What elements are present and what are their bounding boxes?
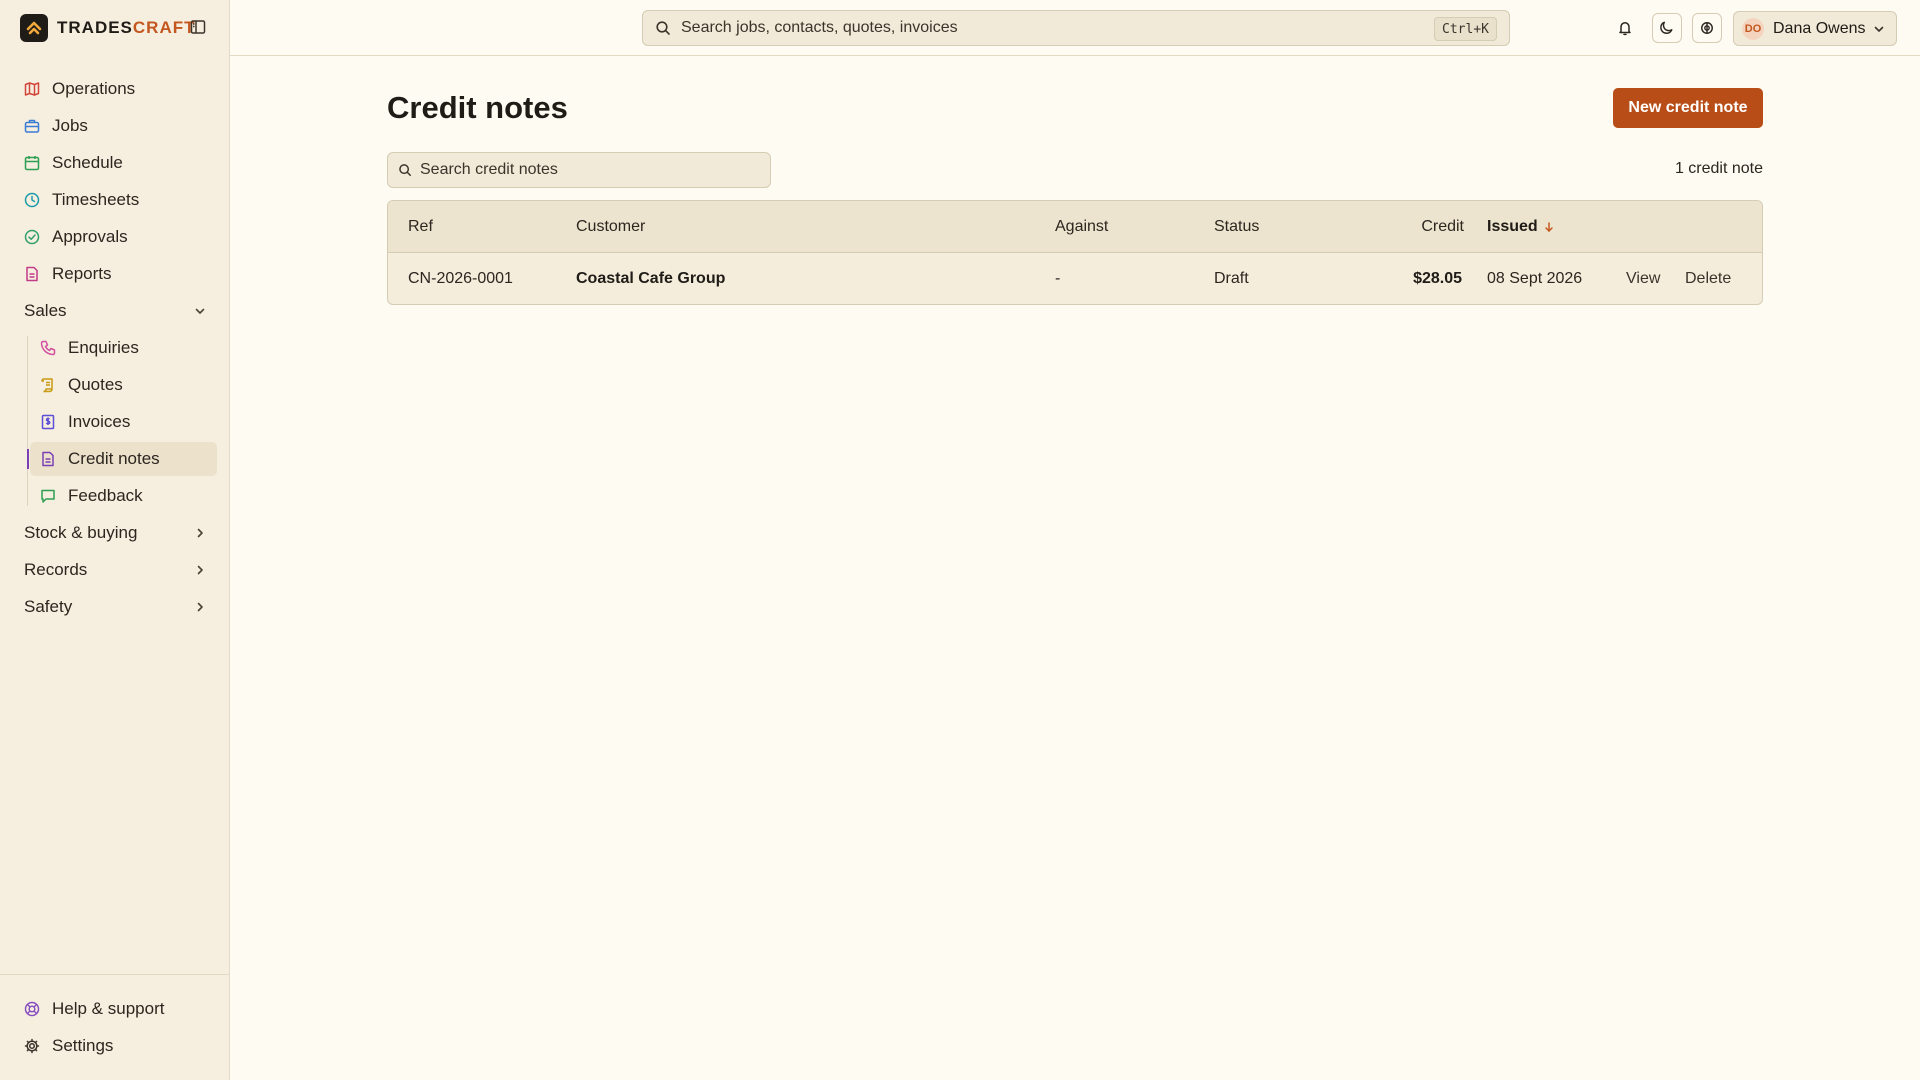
column-header-ref[interactable]: Ref (408, 218, 433, 236)
sidebar-collapse-icon[interactable] (190, 19, 208, 37)
sidebar-item-label: Operations (52, 79, 136, 98)
avatar: DO (1742, 17, 1764, 40)
sidebar-item-label: Jobs (52, 116, 88, 135)
briefcase-icon (24, 119, 40, 133)
topbar: Search jobs, contacts, quotes, invoices … (230, 0, 1920, 56)
column-header-credit[interactable]: Credit (1421, 218, 1464, 236)
keyboard-shortcut: Ctrl+K (1434, 17, 1497, 41)
chevron-down-icon (1874, 26, 1884, 32)
sidebar-item-enquiries[interactable]: Enquiries (30, 331, 217, 365)
lifebuoy-icon (24, 1001, 40, 1017)
chevron-down-icon (195, 308, 205, 314)
credit-notes-search-input[interactable] (420, 161, 760, 179)
status-badge: Draft (1214, 270, 1249, 287)
brand-name-part2: CRAFT (132, 18, 196, 37)
sidebar-item-approvals[interactable]: Approvals (14, 220, 217, 254)
sidebar-item-label: Approvals (52, 227, 128, 246)
column-header-issued[interactable]: Issued (1487, 218, 1554, 236)
sidebar-item-reports[interactable]: Reports (14, 257, 217, 291)
map-icon (24, 82, 40, 96)
check-circle-icon (24, 229, 40, 245)
sidebar-item-label: Credit notes (68, 449, 160, 468)
sidebar-item-credit-notes[interactable]: Credit notes (27, 442, 217, 476)
sidebar: TRADESCRAFT Operations Jobs Schedule Tim… (0, 0, 230, 1080)
cell-ref: CN-2026-0001 (408, 270, 513, 287)
sidebar-item-label: Help & support (52, 999, 165, 1018)
sidebar-item-feedback[interactable]: Feedback (30, 479, 217, 513)
chevron-right-icon (197, 602, 203, 612)
chevron-right-icon (197, 565, 203, 575)
notifications-button[interactable] (1610, 13, 1640, 43)
cell-against: - (1055, 270, 1061, 287)
phone-icon (40, 340, 56, 356)
contrast-toggle[interactable] (1692, 13, 1722, 43)
sidebar-item-quotes[interactable]: Quotes (30, 368, 217, 402)
brand-name: TRADESCRAFT (57, 18, 196, 38)
delete-button[interactable]: Delete (1685, 270, 1731, 288)
brand[interactable]: TRADESCRAFT (20, 14, 196, 42)
sidebar-item-invoices[interactable]: Invoices (30, 405, 217, 439)
new-credit-note-button[interactable]: New credit note (1613, 88, 1763, 128)
gear-icon (24, 1038, 40, 1054)
global-search-placeholder: Search jobs, contacts, quotes, invoices (681, 19, 958, 36)
cell-credit: $28.05 (1413, 270, 1462, 287)
view-button[interactable]: View (1626, 270, 1660, 288)
search-icon (399, 164, 411, 176)
sidebar-group-stock-buying[interactable]: Stock & buying (14, 516, 217, 550)
cell-customer[interactable]: Coastal Cafe Group (576, 270, 725, 288)
report-icon (26, 266, 38, 282)
sidebar-item-label: Quotes (68, 375, 123, 394)
page-title: Credit notes (387, 90, 568, 125)
cell-issued: 08 Sept 2026 (1487, 270, 1583, 287)
sub-nav-line (27, 336, 28, 506)
chevron-right-icon (197, 528, 203, 538)
sidebar-bottom (0, 974, 230, 1080)
sidebar-item-label: Enquiries (68, 338, 139, 357)
contrast-icon (1701, 22, 1713, 34)
table-header: Ref Customer Against Status Credit Issue… (388, 201, 1762, 253)
sidebar-item-schedule[interactable]: Schedule (14, 146, 217, 180)
calendar-icon (24, 156, 40, 171)
sidebar-group-label: Sales (24, 301, 67, 320)
user-menu-button[interactable]: DO Dana Owens (1733, 11, 1897, 46)
brand-logo-icon (20, 14, 48, 42)
sidebar-item-operations[interactable]: Operations (14, 72, 217, 106)
dark-mode-toggle[interactable] (1652, 13, 1682, 43)
sidebar-item-label: Timesheets (52, 190, 140, 209)
sidebar-item-settings[interactable]: Settings (14, 1029, 217, 1063)
moon-icon (1660, 21, 1673, 34)
bell-icon (1619, 22, 1631, 36)
result-count: 1 credit note (1674, 160, 1763, 177)
sidebar-item-label: Invoices (68, 412, 131, 431)
sidebar-group-label: Records (24, 560, 88, 579)
sidebar-group-sales[interactable]: Sales (14, 294, 217, 328)
credit-notes-table: Ref Customer Against Status Credit Issue… (387, 200, 1763, 305)
sidebar-group-label: Safety (24, 597, 73, 616)
global-search-input[interactable]: Search jobs, contacts, quotes, invoices … (642, 10, 1510, 46)
sort-descending-icon (1544, 222, 1553, 232)
clock-icon (24, 192, 40, 208)
column-header-customer[interactable]: Customer (576, 218, 645, 236)
credit-notes-search[interactable] (387, 152, 771, 188)
sidebar-group-safety[interactable]: Safety (14, 590, 217, 624)
sidebar-group-label: Stock & buying (24, 523, 138, 542)
message-icon (41, 489, 55, 503)
sidebar-item-label: Reports (52, 264, 112, 283)
sidebar-item-label: Settings (52, 1036, 114, 1055)
search-icon (656, 21, 670, 35)
brand-name-part1: TRADES (57, 18, 133, 37)
sidebar-group-records[interactable]: Records (14, 553, 217, 587)
column-header-against[interactable]: Against (1055, 218, 1108, 236)
column-header-status[interactable]: Status (1214, 218, 1259, 236)
sidebar-item-label: Feedback (68, 486, 143, 505)
document-icon (42, 451, 54, 467)
sidebar-item-jobs[interactable]: Jobs (14, 109, 217, 143)
sidebar-item-timesheets[interactable]: Timesheets (14, 183, 217, 217)
scroll-icon (41, 378, 53, 393)
user-name: Dana Owens (1773, 19, 1866, 37)
sidebar-item-label: Schedule (52, 153, 123, 172)
column-header-issued-label: Issued (1487, 218, 1538, 235)
sidebar-item-help-support[interactable]: Help & support (14, 992, 217, 1026)
invoice-icon (41, 414, 55, 430)
